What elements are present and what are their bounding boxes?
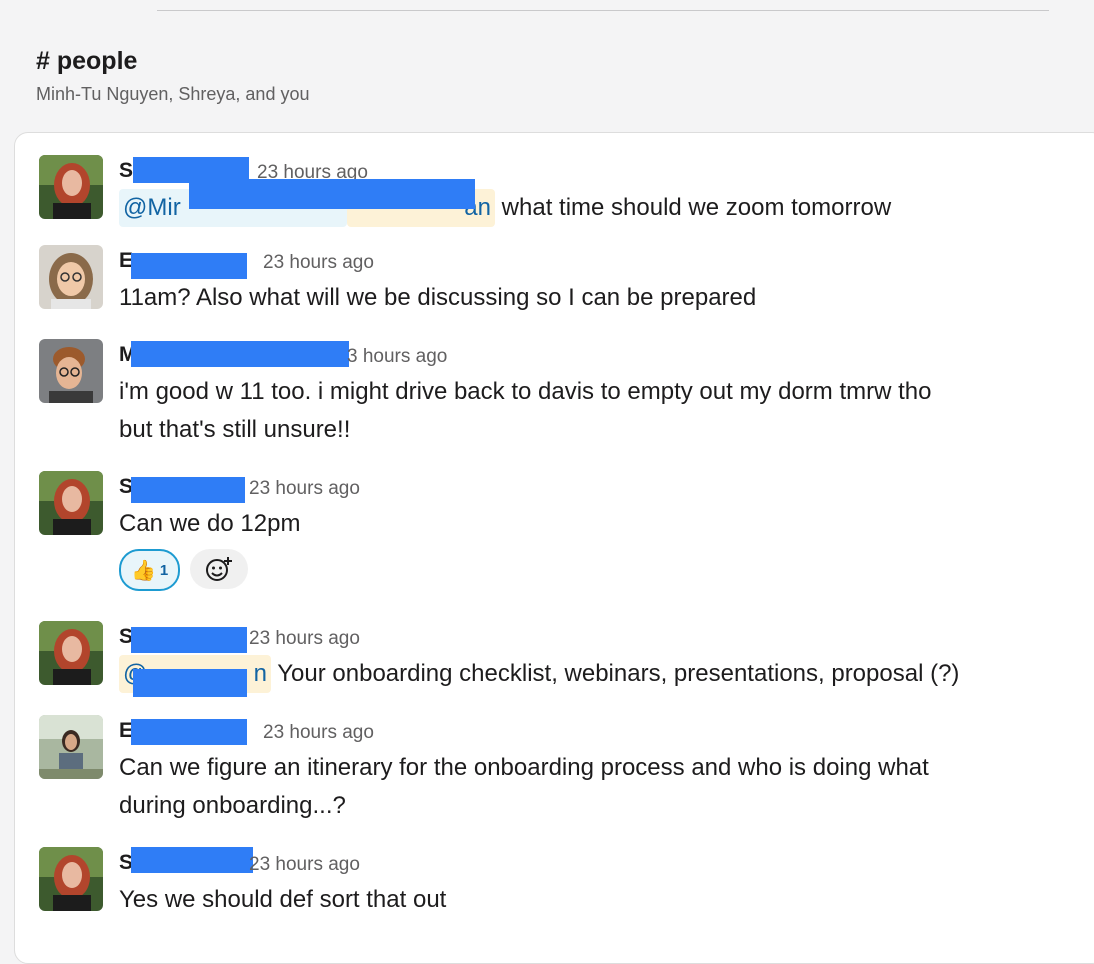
reaction-bar: 👍 1 xyxy=(119,549,1059,591)
message-author[interactable]: S xyxy=(119,157,133,185)
channel-header: # people Minh-Tu Nguyen, Shreya, and you xyxy=(36,44,309,106)
add-reaction-button[interactable] xyxy=(190,549,249,589)
mention-prefix: @Mir xyxy=(123,194,181,221)
redacted-name xyxy=(131,719,247,745)
message-body: what time should we zoom tomorrow xyxy=(501,194,892,221)
avatar[interactable] xyxy=(39,245,103,309)
thumbs-up-icon: 👍 xyxy=(131,559,156,582)
mention-suffix: n xyxy=(253,660,267,687)
avatar[interactable] xyxy=(39,621,103,685)
message-timestamp[interactable]: 23 hours ago xyxy=(249,627,360,651)
message-body: Your onboarding checklist, webinars, pre… xyxy=(277,660,960,687)
message-body: 11am? Also what will we be discussing so… xyxy=(119,284,757,311)
avatar[interactable] xyxy=(39,471,103,535)
redacted-name xyxy=(131,341,349,367)
redacted-mention xyxy=(189,179,475,209)
avatar[interactable] xyxy=(39,847,103,911)
message-text: @ n Your onboarding checklist, webinars,… xyxy=(119,655,1059,697)
add-reaction-icon xyxy=(206,557,233,581)
message-body: Yes we should def sort that out xyxy=(119,886,447,913)
message-timestamp[interactable]: 23 hours ago xyxy=(249,853,360,877)
message-text: Can we figure an itinerary for the onboa… xyxy=(119,749,1059,825)
redacted-name xyxy=(131,477,245,503)
redacted-name xyxy=(131,847,253,873)
message-body: Can we do 12pm xyxy=(119,510,301,537)
avatar[interactable] xyxy=(39,155,103,219)
message-list: S 23 hours ago @Mir an what time should … xyxy=(14,132,1094,964)
message-timestamp[interactable]: 3 hours ago xyxy=(347,345,447,369)
message-text: i'm good w 11 too. i might drive back to… xyxy=(119,373,1059,449)
message-line: during onboarding...? xyxy=(119,792,346,819)
avatar[interactable] xyxy=(39,715,103,779)
message-line: Can we figure an itinerary for the onboa… xyxy=(119,754,929,781)
reaction-count: 1 xyxy=(159,561,169,579)
message-text: @Mir an what time should we zoom tomorro… xyxy=(119,179,1059,227)
top-divider xyxy=(157,10,1049,11)
channel-name[interactable]: # people xyxy=(36,44,309,78)
channel-members[interactable]: Minh-Tu Nguyen, Shreya, and you xyxy=(36,82,309,106)
redacted-name xyxy=(131,627,247,653)
message-timestamp[interactable]: 23 hours ago xyxy=(249,477,360,501)
redacted-name xyxy=(131,253,247,279)
redacted-mention xyxy=(133,669,247,697)
message-timestamp[interactable]: 23 hours ago xyxy=(263,251,374,275)
reaction-thumbs-up[interactable]: 👍 1 xyxy=(119,549,181,591)
message-line: but that's still unsure!! xyxy=(119,416,351,443)
message-timestamp[interactable]: 23 hours ago xyxy=(263,721,374,745)
avatar[interactable] xyxy=(39,339,103,403)
message-line: i'm good w 11 too. i might drive back to… xyxy=(119,378,932,405)
